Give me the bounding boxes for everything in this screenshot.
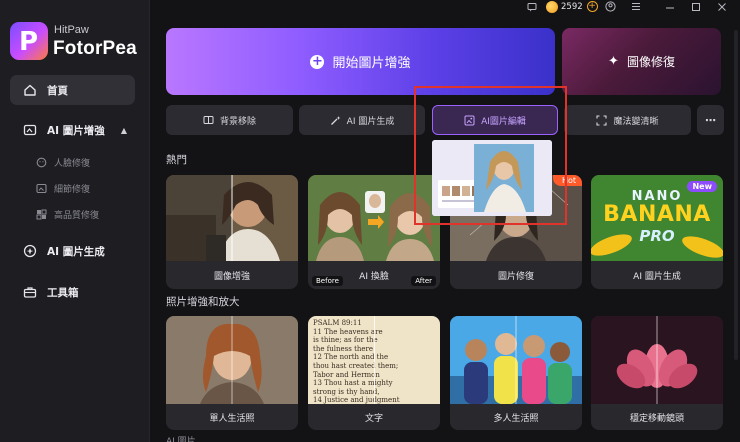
brand-company: HitPaw xyxy=(54,24,89,36)
tool-sharpen[interactable]: 魔法變清晰 xyxy=(564,105,691,135)
hot-badge: Hot xyxy=(552,175,582,186)
card-ai-generate[interactable]: NANO BANANA PRO New AI 圖片生成 xyxy=(591,175,723,289)
sidebar-item-label: AI 圖片生成 xyxy=(47,245,105,258)
chat-icon[interactable] xyxy=(526,1,538,12)
maximize-icon[interactable] xyxy=(690,1,702,12)
tool-label: 背景移除 xyxy=(219,116,256,127)
more-icon: ⋯ xyxy=(705,113,716,127)
image-repair-button[interactable]: ✦ 圖像修復 xyxy=(562,28,721,95)
ai-wand-icon xyxy=(330,115,341,126)
user-icon[interactable] xyxy=(604,1,616,12)
minimize-icon[interactable] xyxy=(664,1,676,12)
close-icon[interactable] xyxy=(716,1,728,12)
home-icon xyxy=(22,82,38,98)
credits-value: 2592 xyxy=(561,1,583,12)
sidebar-subitem-label: 人臉修復 xyxy=(54,158,91,169)
credits-display[interactable]: 2592 + xyxy=(546,0,598,13)
sidebar-item-label: 首頁 xyxy=(47,84,68,97)
quality-icon xyxy=(36,208,48,220)
enhance-icon xyxy=(22,122,38,138)
section-title-hot: 熱門 xyxy=(166,154,187,166)
card-single-portrait[interactable]: 單人生活照 xyxy=(166,316,298,430)
card-text-enhance[interactable]: PSALM 89:11 11 The heavens are is thine;… xyxy=(308,316,440,430)
image-edit-icon xyxy=(464,115,475,126)
card-label: AI 圖片生成 xyxy=(633,271,681,282)
tool-label: AI圖片編輯 xyxy=(481,116,526,127)
card-thumbnail xyxy=(166,175,298,261)
app-logo: P xyxy=(10,22,48,60)
tool-ai-image-edit[interactable]: AI圖片編輯 xyxy=(432,105,558,135)
sidebar-subitem-quality[interactable]: 高品質修復 xyxy=(36,205,99,223)
chevron-up-icon[interactable]: ▲ xyxy=(121,126,127,135)
card-group-portrait[interactable]: 多人生活照 xyxy=(450,316,582,430)
card-image-enhance[interactable]: 圖像增強 xyxy=(166,175,298,289)
sharpen-icon xyxy=(596,114,608,126)
card-thumbnail xyxy=(166,316,298,404)
card-thumbnail xyxy=(450,316,582,404)
card-label: 單人生活照 xyxy=(209,413,255,424)
start-enhance-label: 開始圖片增強 xyxy=(332,56,411,71)
add-credits-icon[interactable]: + xyxy=(586,1,598,12)
art-text-pro: PRO xyxy=(639,227,675,245)
card-label: 文字 xyxy=(364,413,383,424)
sidebar-item-label: AI 圖片增強 xyxy=(47,124,105,137)
card-stabilize[interactable]: 穩定移動鏡頭 xyxy=(591,316,723,430)
card-label: AI 換臉 xyxy=(359,271,389,282)
card-thumbnail xyxy=(591,316,723,404)
card-label: 圖片修復 xyxy=(497,271,534,282)
sidebar: P HitPaw FotorPea 首頁 AI 圖片增強 ▲ 人臉修復 細節修復… xyxy=(0,0,150,442)
coin-icon xyxy=(546,0,558,13)
sidebar-subitem-label: 高品質修復 xyxy=(54,210,100,221)
face-icon xyxy=(36,156,48,168)
ai-generate-icon xyxy=(22,243,38,259)
compare-divider xyxy=(374,316,375,404)
more-tools-button[interactable]: ⋯ xyxy=(697,105,724,135)
detail-icon xyxy=(36,182,48,194)
brand-product: FotorPea xyxy=(53,38,137,59)
toolbox-icon xyxy=(22,284,38,300)
new-badge: New xyxy=(687,181,717,192)
sidebar-item-toolbox[interactable]: 工具箱 xyxy=(10,277,135,307)
start-enhance-button[interactable]: + 開始圖片增強 xyxy=(166,28,555,95)
card-ai-face-swap[interactable]: Before After AI 換臉 xyxy=(308,175,440,289)
sidebar-item-label: 工具箱 xyxy=(47,286,79,299)
title-bar xyxy=(150,0,740,13)
tool-label: 魔法變清晰 xyxy=(613,116,659,127)
sidebar-subitem-face[interactable]: 人臉修復 xyxy=(36,153,90,171)
background-remove-icon xyxy=(203,115,214,125)
image-repair-label: 圖像修復 xyxy=(626,55,675,69)
sidebar-subitem-detail[interactable]: 細節修復 xyxy=(36,179,90,197)
card-label: 多人生活照 xyxy=(493,413,539,424)
sidebar-subitem-label: 細節修復 xyxy=(54,184,91,195)
card-label: 圖像增強 xyxy=(213,271,250,282)
sidebar-item-ai-enhance[interactable]: AI 圖片增強 ▲ xyxy=(10,115,135,145)
card-label: 穩定移動鏡頭 xyxy=(629,413,684,424)
section-title-next: AI 圖片... xyxy=(166,437,205,442)
sidebar-item-home[interactable]: 首頁 xyxy=(10,75,135,105)
sidebar-item-ai-generate[interactable]: AI 圖片生成 xyxy=(10,236,135,266)
scrollbar[interactable] xyxy=(734,30,738,360)
tool-preview-popup xyxy=(432,140,552,216)
card-thumbnail xyxy=(308,175,440,261)
tool-ai-generate[interactable]: AI 圖片生成 xyxy=(299,105,425,135)
magic-wand-icon: ✦ xyxy=(608,54,619,69)
card-thumbnail: PSALM 89:11 11 The heavens are is thine;… xyxy=(308,316,440,404)
tool-label: AI 圖片生成 xyxy=(346,116,395,127)
tool-background-remove[interactable]: 背景移除 xyxy=(166,105,293,135)
art-text-banana: BANANA xyxy=(603,202,711,227)
plus-icon: + xyxy=(310,53,325,69)
section-title-enlarge: 照片增強和放大 xyxy=(166,296,240,308)
menu-icon[interactable] xyxy=(630,1,642,12)
